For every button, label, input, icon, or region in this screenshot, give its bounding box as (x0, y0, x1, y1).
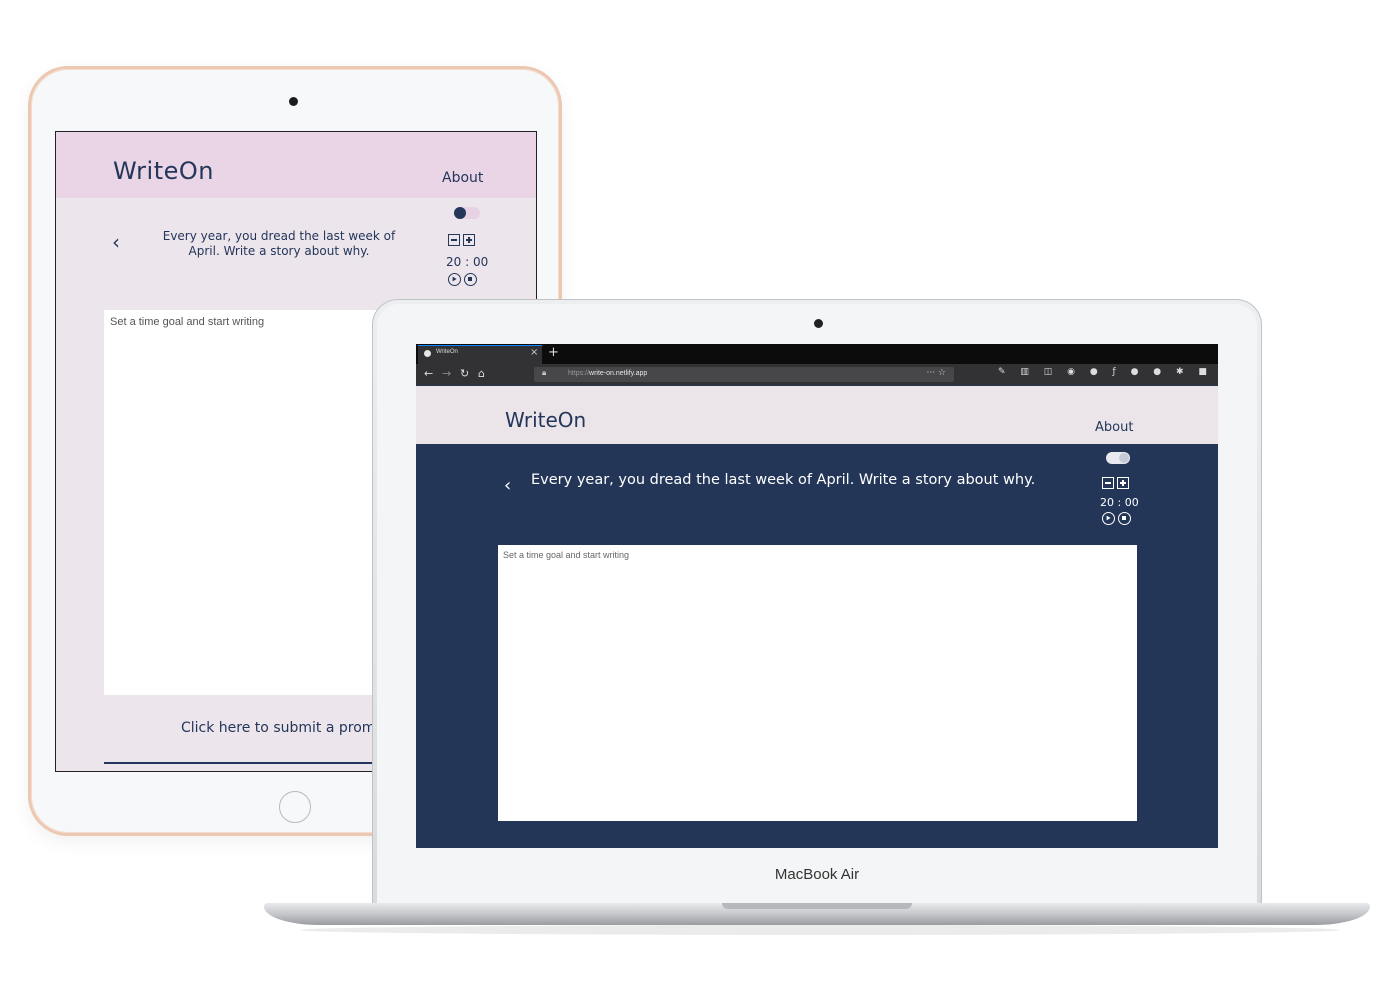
desktop-play-circle-icon[interactable] (1102, 512, 1115, 525)
ipad-time-stepper (448, 234, 478, 253)
ipad-theme-toggle[interactable] (454, 207, 480, 219)
desktop-back-chevron-icon[interactable]: ‹ (504, 475, 511, 496)
macbook-model-label: MacBook Air (774, 866, 860, 883)
ipad-editor-placeholder: Set a time goal and start writing (110, 316, 265, 328)
ipad-app-header: WriteOn About (56, 132, 536, 198)
desktop-time-stepper (1102, 477, 1132, 496)
desktop-app-header: WriteOn About (416, 386, 1218, 444)
forward-arrow-icon[interactable]: → (442, 367, 451, 380)
browser-tab-title: WriteOn (436, 349, 458, 355)
new-tab-plus-icon[interactable]: + (548, 345, 559, 360)
desktop-theme-toggle-knob (1119, 453, 1129, 463)
desktop-minus-square-icon[interactable] (1102, 477, 1114, 489)
macbook-camera (814, 319, 823, 328)
desktop-plus-square-icon[interactable] (1117, 477, 1129, 489)
browser-toolbar: ← → ↻ ⌂ 🔒︎ https://write-on.netlify.app … (416, 364, 1218, 385)
ipad-play-circle-icon[interactable] (448, 273, 461, 286)
desktop-editor-placeholder: Set a time goal and start writing (503, 550, 630, 560)
browser-url: https://write-on.netlify.app (568, 370, 648, 377)
ipad-camera (289, 97, 298, 106)
lock-icon: 🔒︎ (542, 368, 547, 377)
macbook-notch (722, 903, 912, 909)
desktop-timer-display: 20 : 00 (1100, 496, 1139, 509)
browser-tab[interactable]: WriteOn × (418, 345, 542, 364)
reload-icon[interactable]: ↻ (460, 367, 469, 380)
desktop-nav-about-link[interactable]: About (1095, 420, 1133, 435)
ipad-stop-circle-icon[interactable] (464, 273, 477, 286)
tab-favicon-icon (424, 350, 431, 357)
ipad-timer-display: 20 : 00 (446, 255, 489, 269)
desktop-stop-circle-icon[interactable] (1118, 512, 1131, 525)
ipad-nav-about-link[interactable]: About (442, 170, 483, 186)
desktop-editor-textarea[interactable]: Set a time goal and start writing (498, 545, 1137, 821)
browser-tab-strip: WriteOn × + (416, 344, 1218, 364)
desktop-timer-controls (1102, 512, 1134, 531)
url-bar-actions-icon[interactable]: ··· ☆ (926, 368, 946, 378)
macbook-base (264, 903, 1370, 925)
ipad-theme-toggle-knob (454, 207, 466, 219)
back-arrow-icon[interactable]: ← (424, 367, 433, 380)
tab-close-icon[interactable]: × (530, 347, 538, 358)
ipad-back-chevron-icon[interactable]: ‹ (112, 230, 120, 254)
desktop-writing-prompt: Every year, you dread the last week of A… (531, 472, 1036, 488)
ipad-app-logo[interactable]: WriteOn (113, 157, 214, 185)
desktop-app-logo[interactable]: WriteOn (505, 408, 586, 432)
desktop-theme-toggle[interactable] (1106, 452, 1130, 464)
ipad-minus-square-icon[interactable] (448, 234, 460, 246)
ipad-writing-prompt: Every year, you dread the last week of A… (162, 229, 396, 258)
ipad-home-button[interactable] (279, 791, 311, 823)
browser-url-bar[interactable]: 🔒︎ https://write-on.netlify.app ··· ☆ (534, 367, 954, 382)
macbook-shadow (300, 925, 1340, 935)
ipad-timer-controls (448, 273, 480, 292)
ipad-plus-square-icon[interactable] (463, 234, 475, 246)
browser-extensions-icon[interactable]: ✎ ▥ ◫ ◉ ● ƒ ● ● ✱ ■ ▦ ≡ (998, 367, 1218, 377)
ipad-submit-prompt-link[interactable]: Click here to submit a promp (181, 720, 384, 736)
home-icon[interactable]: ⌂ (478, 367, 485, 380)
macbook-screen: WriteOn × + ← → ↻ ⌂ 🔒︎ https://write-on.… (416, 344, 1218, 848)
